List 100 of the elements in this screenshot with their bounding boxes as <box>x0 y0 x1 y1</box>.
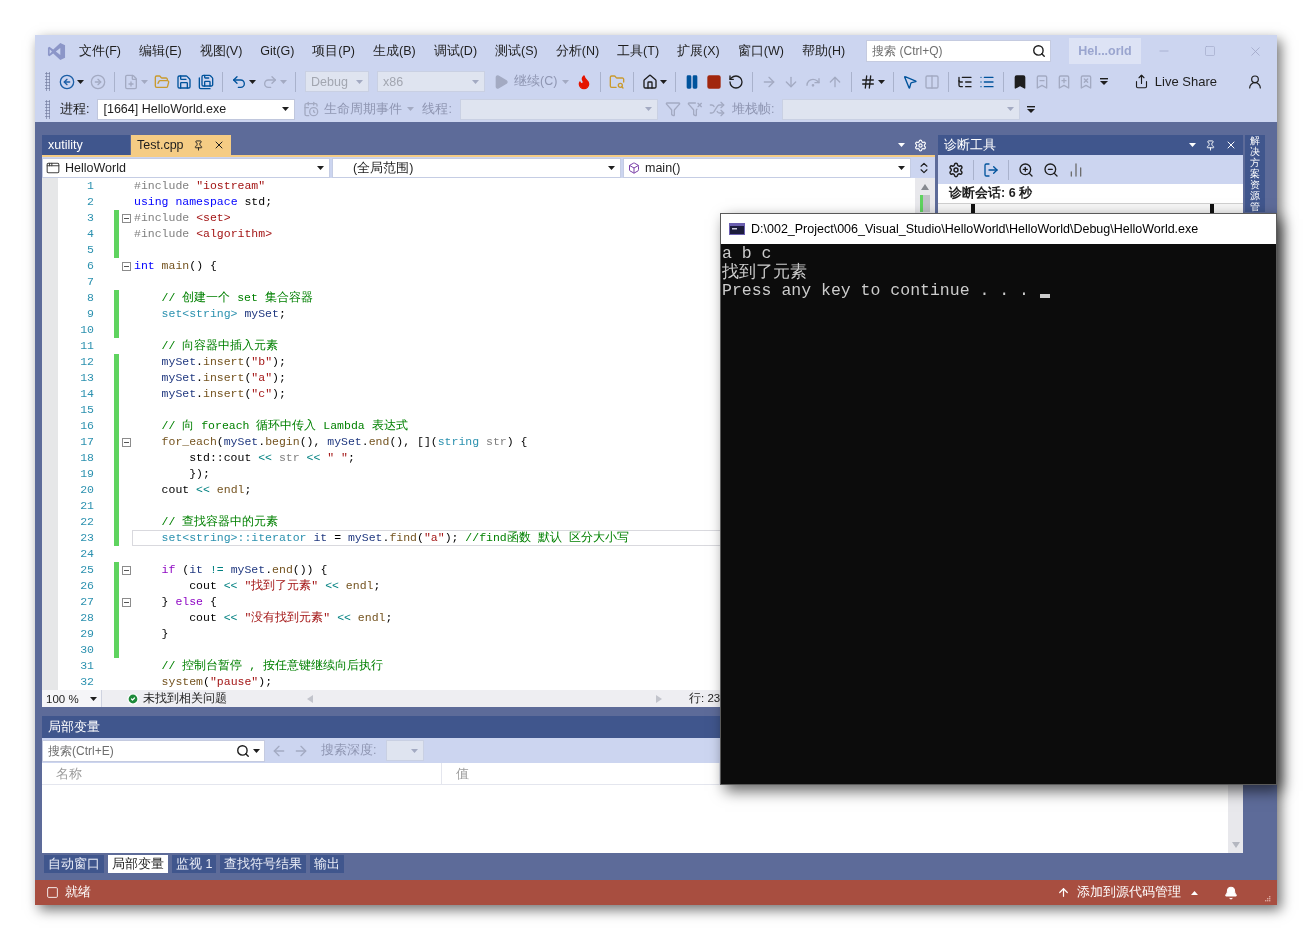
pin-icon[interactable] <box>1205 139 1216 151</box>
panel-tab[interactable]: 输出 <box>310 855 345 873</box>
resize-grip-icon[interactable] <box>1264 895 1271 902</box>
console-line: 找到了元素 <box>722 263 807 282</box>
rotate-arrow-icon[interactable] <box>728 73 745 90</box>
zoom-in-icon[interactable] <box>1018 161 1034 178</box>
chart-icon[interactable] <box>1068 161 1084 178</box>
scrollbar-thumb[interactable] <box>920 195 930 212</box>
document-tab[interactable]: xutility <box>42 135 130 155</box>
scroll-up-icon[interactable] <box>921 184 929 190</box>
caret-icon[interactable] <box>317 166 324 170</box>
menu-item[interactable]: 窗口(W) <box>728 41 793 61</box>
caret-icon[interactable] <box>249 79 256 84</box>
search-icon[interactable] <box>236 743 250 758</box>
line-number: 3 <box>86 210 95 226</box>
document-tab[interactable]: Test.cpp <box>131 135 231 155</box>
range-marker-icon[interactable] <box>1210 204 1214 213</box>
line-number: 22 <box>79 514 95 530</box>
menu-item[interactable]: 分析(N) <box>546 41 609 61</box>
code-line: set<string>::iterator it = mySet.find("a"); //find函数 默认 区分大小写 <box>161 531 629 545</box>
menu-item[interactable]: 生成(B) <box>364 41 425 61</box>
square-icon <box>46 886 59 899</box>
caret-icon[interactable] <box>253 748 260 753</box>
panel-tab[interactable]: 自动窗口 <box>44 855 104 873</box>
menu-item[interactable]: 调试(D) <box>424 41 487 61</box>
menu-item[interactable]: 文件(F) <box>70 41 130 61</box>
menu-item[interactable]: 项目(P) <box>303 41 364 61</box>
grip-handle[interactable] <box>45 72 50 91</box>
grip-handle[interactable] <box>45 99 50 119</box>
save-icon[interactable] <box>176 73 192 90</box>
caret-icon[interactable] <box>282 107 290 111</box>
code-line: mySet.insert("b"); <box>161 355 286 369</box>
zoom-dropdown[interactable]: 100 % <box>42 690 102 707</box>
line-number: 30 <box>79 642 95 658</box>
project-dropdown[interactable]: HelloWorld <box>42 158 330 178</box>
source-control-button[interactable]: 添加到源代码管理 <box>1057 884 1198 901</box>
stop-icon[interactable] <box>706 73 723 90</box>
panel-tab[interactable]: 查找符号结果 <box>220 855 307 873</box>
line-number: 10 <box>79 322 95 338</box>
code-line: cout << endl; <box>161 483 252 497</box>
console-icon <box>729 223 745 235</box>
caret-icon[interactable] <box>878 79 886 84</box>
scope-dropdown[interactable]: (全局范围) <box>332 158 621 178</box>
line-number: 27 <box>79 594 95 610</box>
caret-icon[interactable] <box>90 696 97 701</box>
code-line: system("pause"); <box>161 675 273 689</box>
menu-item[interactable]: Git(G) <box>251 41 304 61</box>
house-icon[interactable] <box>642 73 659 90</box>
session-duration: 诊断会话: 6 秒 <box>947 185 1034 202</box>
menu-item[interactable]: 测试(S) <box>486 41 547 61</box>
panel-title: 诊断工具 <box>944 136 996 154</box>
menu-item[interactable]: 帮助(H) <box>792 41 855 61</box>
line-number: 6 <box>86 258 95 274</box>
panel-tab[interactable]: 局部变量 <box>108 855 168 873</box>
undo-icon[interactable] <box>231 73 247 90</box>
person-icon[interactable] <box>1247 73 1263 90</box>
toolbar-label: 进程: <box>59 100 91 118</box>
panel-tab[interactable]: 监视 1 <box>172 855 217 873</box>
live-share-button[interactable]: Live Share <box>1129 72 1221 91</box>
code-line: // 查找容器中的元素 <box>161 515 279 529</box>
line-number: 21 <box>79 498 95 514</box>
caret-icon[interactable] <box>77 79 84 84</box>
code-line: mySet.insert("a"); <box>161 371 286 385</box>
caret-icon[interactable] <box>898 166 905 170</box>
settings-icon[interactable] <box>948 161 964 178</box>
back-icon[interactable] <box>59 73 75 90</box>
line-number: 9 <box>86 306 95 322</box>
collapse-icon[interactable] <box>121 213 131 223</box>
menu-item[interactable]: 扩展(X) <box>668 41 729 61</box>
collapse-icon[interactable] <box>121 437 131 447</box>
caret-icon[interactable] <box>660 79 668 84</box>
menu-item[interactable]: 编辑(E) <box>129 41 191 61</box>
search-field[interactable]: 搜索(Ctrl+E) <box>42 739 265 762</box>
collapse-icon[interactable] <box>121 565 131 575</box>
pin-icon[interactable] <box>192 139 204 151</box>
solution-name: Hel...orld <box>1069 38 1141 64</box>
hash-icon[interactable] <box>860 73 877 90</box>
code-line: // 控制台暂停 , 按任意键继续向后执行 <box>161 659 383 673</box>
menu-item[interactable]: 工具(T) <box>608 41 669 61</box>
collapse-icon[interactable] <box>121 597 131 607</box>
caret-icon[interactable] <box>608 166 615 170</box>
pointer-icon[interactable] <box>902 73 919 90</box>
search-field[interactable]: 搜索 (Ctrl+Q) <box>866 40 1052 62</box>
menu-item[interactable]: 视图(V) <box>190 41 252 61</box>
side-tab[interactable]: 解决方案资源管 <box>1245 135 1265 212</box>
range-marker-icon[interactable] <box>971 204 975 213</box>
line-number: 13 <box>79 370 95 386</box>
overflow-icon[interactable] <box>1027 105 1036 113</box>
bell-icon[interactable] <box>1224 885 1238 900</box>
dropdown[interactable]: [1664] HelloWorld.exe <box>97 98 296 120</box>
line-number: 32 <box>79 674 95 690</box>
zoom-out-icon[interactable] <box>1043 161 1059 178</box>
line-number: 19 <box>79 466 95 482</box>
close-icon[interactable] <box>1225 139 1237 151</box>
member-dropdown[interactable]: main() <box>623 158 911 178</box>
caret-icon[interactable] <box>1189 143 1196 147</box>
overflow-icon[interactable] <box>1100 78 1109 85</box>
collapse-icon[interactable] <box>121 261 131 271</box>
save-all-icon[interactable] <box>198 73 214 90</box>
search-icon[interactable] <box>1032 44 1047 58</box>
